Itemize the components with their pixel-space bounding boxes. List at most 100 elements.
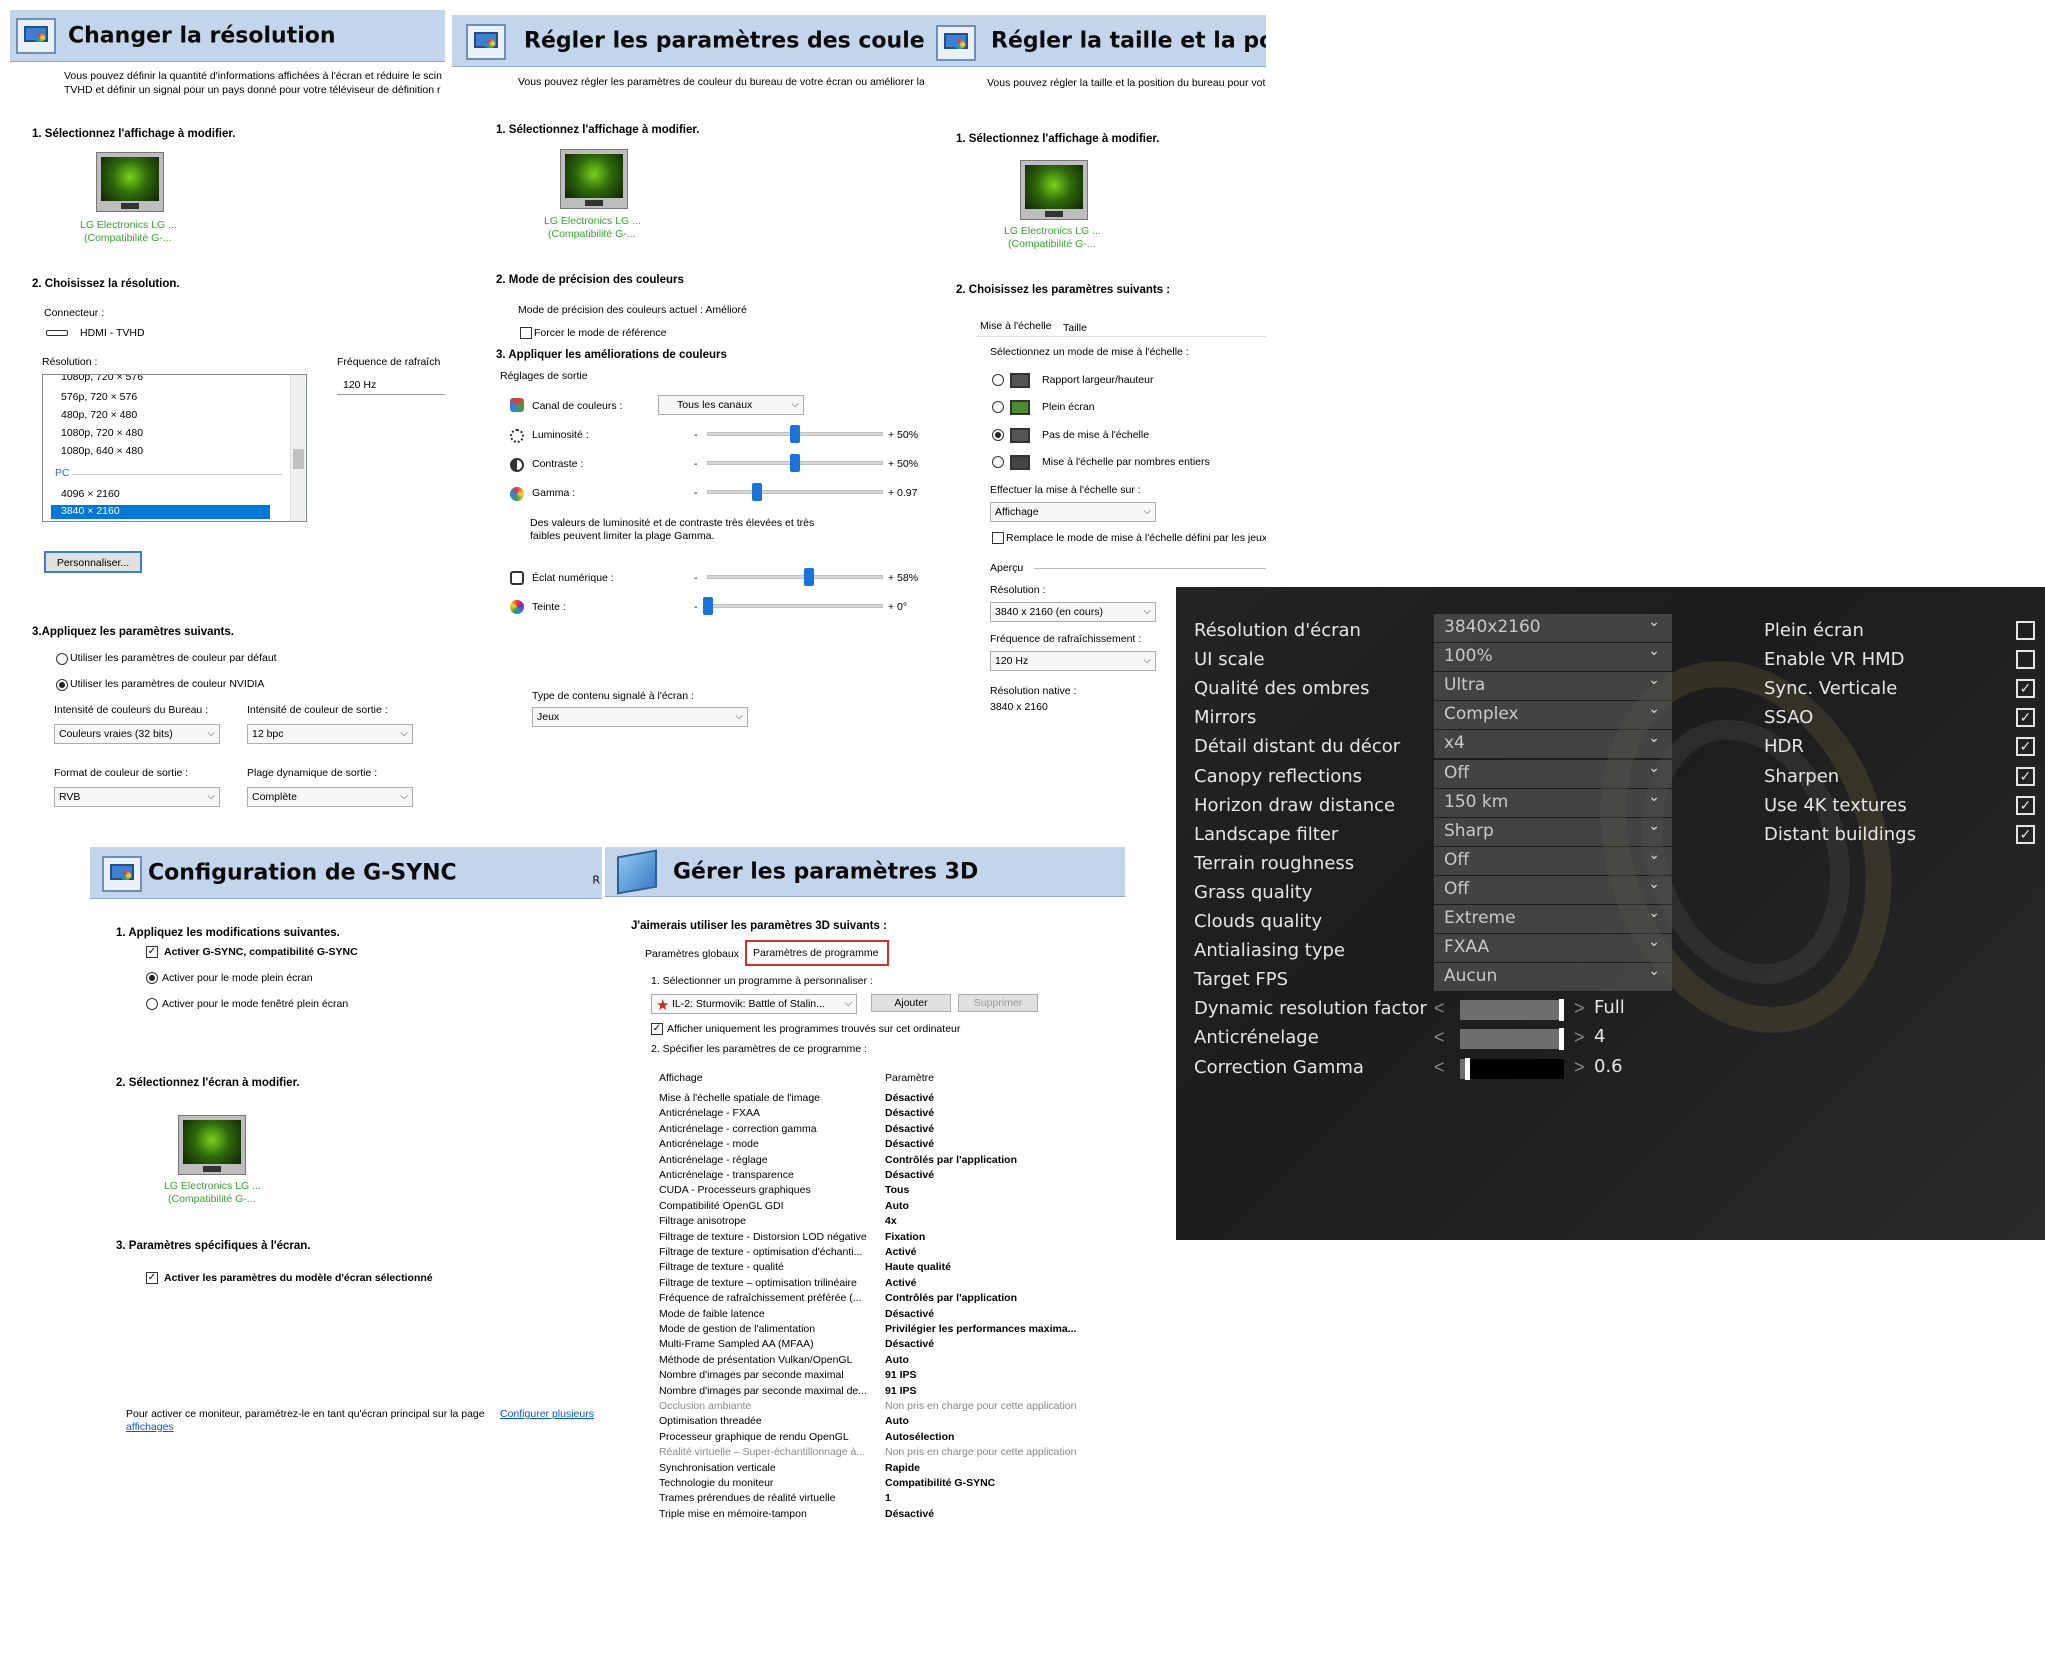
table-row-value[interactable]: Auto xyxy=(885,1415,909,1427)
slider-knob[interactable] xyxy=(1559,999,1564,1022)
arrow-right-icon[interactable]: > xyxy=(1574,1027,1585,1048)
tab-size[interactable]: Taille xyxy=(1063,322,1087,334)
output-range-select[interactable]: Complète ⌵ xyxy=(247,787,413,807)
resolution-list[interactable]: 1080p, 720 × 576 576p, 720 × 576 480p, 7… xyxy=(42,374,307,522)
arrow-left-icon[interactable]: < xyxy=(1434,1027,1445,1048)
output-format-select[interactable]: RVB ⌵ xyxy=(54,787,220,807)
setting-dropdown[interactable]: 100% ⌄ xyxy=(1434,643,1672,672)
table-row-value[interactable]: Désactivé xyxy=(885,1092,934,1104)
setting-dropdown[interactable]: 3840x2160 ⌄ xyxy=(1434,614,1672,642)
table-row-value[interactable]: Fixation xyxy=(885,1231,925,1243)
refresh-select[interactable]: 120 Hz ⌵ xyxy=(990,651,1156,671)
table-row-value[interactable]: Désactivé xyxy=(885,1169,934,1181)
table-row-value[interactable]: Auto xyxy=(885,1200,909,1212)
force-reference-checkbox[interactable] xyxy=(520,327,532,339)
windowed-mode-radio[interactable] xyxy=(146,998,158,1010)
multi-display-link[interactable]: Configurer plusieurs xyxy=(500,1408,594,1420)
monitor-icon[interactable] xyxy=(96,152,164,212)
fullscreen-radio[interactable] xyxy=(992,401,1004,413)
arrow-left-icon[interactable]: < xyxy=(1434,1057,1445,1078)
table-row-value[interactable]: Désactivé xyxy=(885,1308,934,1320)
refresh-rate-field[interactable]: 120 Hz xyxy=(337,375,445,395)
desktop-depth-select[interactable]: Couleurs vraies (32 bits) ⌵ xyxy=(54,724,220,744)
table-row-value[interactable]: Activé xyxy=(885,1277,917,1289)
output-depth-select[interactable]: 12 bpc ⌵ xyxy=(247,724,413,744)
table-row-value[interactable]: 1 xyxy=(885,1492,891,1504)
list-item[interactable]: 1080p, 720 × 576 xyxy=(61,375,143,383)
table-row-value[interactable]: Auto xyxy=(885,1354,909,1366)
multi-display-link-2[interactable]: affichages xyxy=(126,1421,174,1433)
table-row-value[interactable]: 91 IPS xyxy=(885,1369,917,1381)
color-channel-select[interactable]: Tous les canaux ⌵ xyxy=(658,395,804,415)
monitor-icon[interactable] xyxy=(178,1115,246,1175)
setting-dropdown[interactable]: 150 km ⌄ xyxy=(1434,788,1672,817)
slider-thumb[interactable] xyxy=(790,454,800,472)
remove-button[interactable]: Supprimer xyxy=(958,994,1038,1012)
toggle-checkbox[interactable]: ✓ xyxy=(2016,679,2035,699)
setting-dropdown[interactable]: Complex ⌄ xyxy=(1434,701,1672,730)
gsync-enable-checkbox[interactable]: ✓ xyxy=(146,946,158,958)
customize-button[interactable]: Personnaliser... xyxy=(44,551,142,573)
toggle-checkbox[interactable] xyxy=(2016,650,2035,670)
slider-track[interactable] xyxy=(1460,1028,1564,1051)
toggle-checkbox[interactable]: ✓ xyxy=(2016,737,2035,757)
table-row-value[interactable]: Désactivé xyxy=(885,1107,934,1119)
override-checkbox[interactable] xyxy=(992,532,1004,544)
setting-slider[interactable]: < >0.6 xyxy=(1434,1051,1734,1085)
table-row-value[interactable]: Privilégier les performances maxima... xyxy=(885,1323,1076,1335)
table-row-value[interactable]: Contrôlés par l'application xyxy=(885,1292,1017,1304)
setting-dropdown[interactable]: Off ⌄ xyxy=(1434,759,1672,788)
slider-thumb[interactable] xyxy=(751,483,762,501)
table-row-value[interactable]: Compatibilité G-SYNC xyxy=(885,1477,995,1489)
list-item[interactable]: 480p, 720 × 480 xyxy=(61,409,137,421)
setting-dropdown[interactable]: Sharp ⌄ xyxy=(1434,817,1672,846)
monitor-icon[interactable] xyxy=(1020,160,1088,220)
table-row-value[interactable]: Autosélection xyxy=(885,1431,954,1443)
toggle-checkbox[interactable]: ✓ xyxy=(2016,824,2035,844)
table-row-value[interactable]: Désactivé xyxy=(885,1138,934,1150)
nvidia-color-radio[interactable] xyxy=(56,679,68,691)
table-row-value[interactable]: Non pris en charge pour cette applicatio… xyxy=(885,1400,1076,1412)
toggle-checkbox[interactable]: ✓ xyxy=(2016,708,2035,728)
table-row-value[interactable]: Désactivé xyxy=(885,1508,934,1520)
only-installed-checkbox[interactable]: ✓ xyxy=(651,1023,663,1035)
scale-on-select[interactable]: Affichage ⌵ xyxy=(990,502,1156,522)
slider-knob[interactable] xyxy=(1465,1057,1471,1080)
table-row-value[interactable]: Rapide xyxy=(885,1462,920,1474)
default-color-radio[interactable] xyxy=(56,653,68,665)
table-row-value[interactable]: Haute qualité xyxy=(885,1261,951,1273)
tab-scaling[interactable]: Mise à l'échelle xyxy=(980,320,1051,332)
no-scaling-radio[interactable] xyxy=(992,429,1004,441)
setting-dropdown[interactable]: x4 ⌄ xyxy=(1434,730,1672,759)
setting-dropdown[interactable]: Ultra ⌄ xyxy=(1434,672,1672,701)
setting-dropdown[interactable]: FXAA ⌄ xyxy=(1434,934,1672,963)
table-row-value[interactable]: Désactivé xyxy=(885,1338,934,1350)
table-row-value[interactable]: Activé xyxy=(885,1246,917,1258)
table-row-value[interactable]: Contrôlés par l'application xyxy=(885,1154,1017,1166)
table-row-value[interactable]: 91 IPS xyxy=(885,1385,917,1397)
table-row-value[interactable]: Désactivé xyxy=(885,1123,934,1135)
program-select[interactable]: ★ IL-2: Sturmovik: Battle of Stalin... ⌵ xyxy=(651,994,857,1014)
list-item[interactable]: 1080p, 720 × 480 xyxy=(61,427,143,439)
list-item[interactable]: 4096 × 2160 xyxy=(61,488,120,500)
integer-scaling-radio[interactable] xyxy=(992,456,1004,468)
toggle-checkbox[interactable]: ✓ xyxy=(2016,795,2035,815)
table-row-value[interactable]: Non pris en charge pour cette applicatio… xyxy=(885,1446,1076,1458)
list-item[interactable]: 1080p, 640 × 480 xyxy=(61,445,143,457)
list-item-selected[interactable]: 3840 × 2160 xyxy=(51,505,270,519)
add-button[interactable]: Ajouter xyxy=(871,994,951,1012)
contrast-slider[interactable] xyxy=(707,454,883,472)
resolution-select[interactable]: 3840 x 2160 (en cours) ⌵ xyxy=(990,602,1156,622)
slider-thumb[interactable] xyxy=(703,597,713,615)
monitor-icon[interactable] xyxy=(560,149,628,209)
slider-thumb[interactable] xyxy=(790,425,800,443)
tab-program[interactable]: Paramètres de programme xyxy=(745,940,889,966)
fullscreen-mode-radio[interactable] xyxy=(146,972,158,984)
toggle-checkbox[interactable]: ✓ xyxy=(2016,766,2035,786)
brightness-slider[interactable] xyxy=(707,425,883,443)
gamma-slider[interactable] xyxy=(707,483,883,501)
scroll-thumb[interactable] xyxy=(293,449,304,469)
setting-dropdown[interactable]: Off ⌄ xyxy=(1434,875,1672,904)
toggle-checkbox[interactable] xyxy=(2016,621,2035,640)
arrow-left-icon[interactable]: < xyxy=(1434,998,1445,1019)
